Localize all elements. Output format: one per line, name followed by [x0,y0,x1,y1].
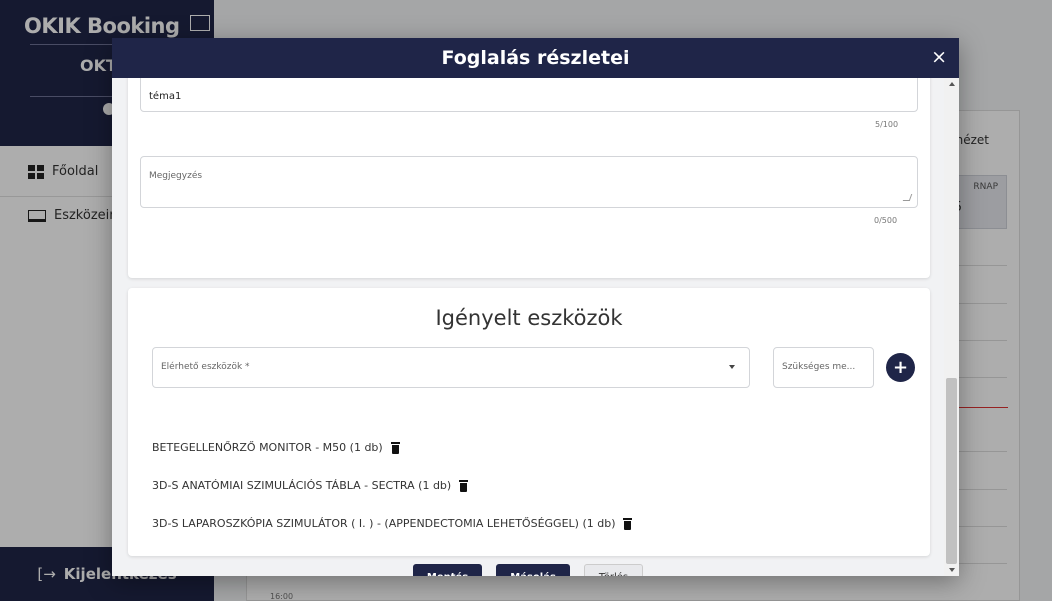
note-field[interactable]: Megjegyzés [140,156,918,208]
device-list-item: 3D-S LAPAROSZKÓPIA SZIMULÁTOR ( I. ) - (… [152,517,633,530]
trash-icon[interactable] [459,479,469,492]
copy-button[interactable]: Másolás [496,564,570,576]
device-name: 3D-S LAPAROSZKÓPIA SZIMULÁTOR ( I. ) - (… [152,517,616,530]
close-icon[interactable]: × [931,46,947,68]
topic-value: téma1 [149,91,182,102]
details-card: téma1 5/100 Megjegyzés 0/500 [128,78,930,278]
device-list-item: BETEGELLENŐRZŐ MONITOR - M50 (1 db) [152,441,400,454]
quantity-input[interactable]: Szükséges me... [773,347,874,388]
scrollbar-thumb[interactable] [946,378,957,564]
scroll-up-icon[interactable] [949,82,955,86]
modal-title: Foglalás részletei [441,47,630,69]
note-placeholder: Megjegyzés [149,171,203,181]
modal-header: Foglalás részletei × [112,38,959,78]
scroll-down-icon[interactable] [949,568,955,572]
topic-counter: 5/100 [875,120,899,129]
select-placeholder: Elérhető eszközök * [161,362,250,372]
device-name: BETEGELLENŐRZŐ MONITOR - M50 (1 db) [152,441,383,454]
chevron-down-icon [729,365,735,369]
add-device-button[interactable]: + [886,353,915,382]
delete-button[interactable]: Törlés [583,564,644,576]
save-button[interactable]: Mentés [412,564,483,576]
device-list-item: 3D-S ANATÓMIAI SZIMULÁCIÓS TÁBLA - SECTR… [152,479,469,492]
devices-card: Igényelt eszközök Elérhető eszközök * Sz… [128,288,930,556]
device-name: 3D-S ANATÓMIAI SZIMULÁCIÓS TÁBLA - SECTR… [152,479,452,492]
available-devices-select[interactable]: Elérhető eszközök * [152,347,750,388]
resize-handle-icon[interactable] [902,194,913,201]
note-counter: 0/500 [874,216,898,225]
topic-field[interactable]: téma1 [140,78,918,112]
devices-title: Igényelt eszközök [435,306,623,330]
modal-body: téma1 5/100 Megjegyzés 0/500 Igényelt es… [112,78,944,576]
trash-icon[interactable] [390,441,400,454]
booking-details-modal: Foglalás részletei × téma1 5/100 Megjegy… [112,38,959,576]
trash-icon[interactable] [623,517,633,530]
modal-actions: Mentés Másolás Törlés [112,564,944,576]
modal-scrollbar[interactable] [944,78,959,576]
quantity-placeholder: Szükséges me... [782,362,856,372]
